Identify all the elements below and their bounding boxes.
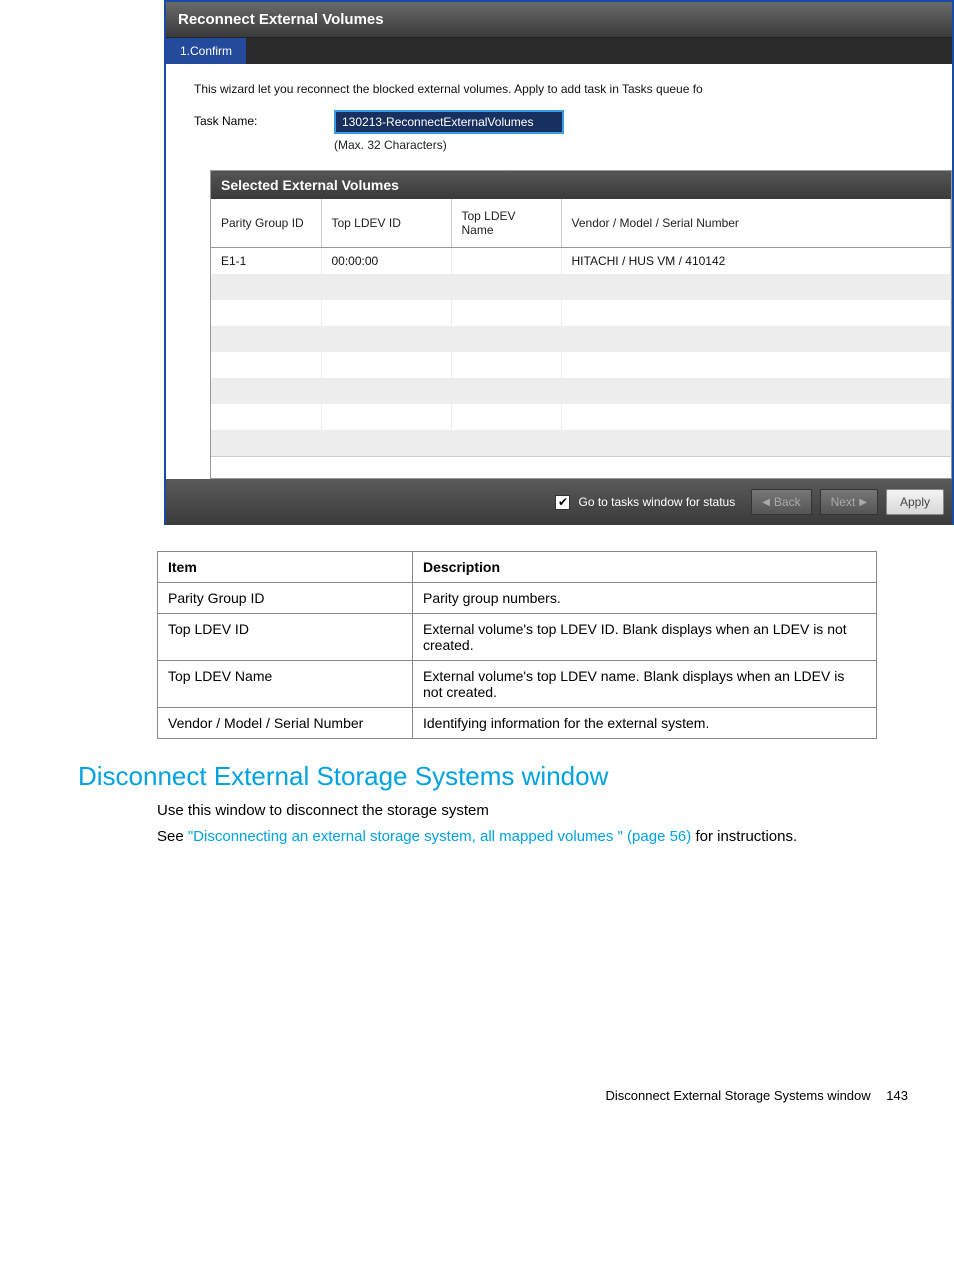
- table-header-row: Parity Group ID Top LDEV ID Top LDEV Nam…: [211, 199, 951, 248]
- table-cell: [561, 326, 951, 352]
- table-row[interactable]: E1-100:00:00 HITACHI / HUS VM / 410142: [211, 248, 951, 275]
- table-cell: [321, 326, 451, 352]
- table-cell: [561, 352, 951, 378]
- desc-description: External volume's top LDEV name. Blank d…: [413, 661, 877, 708]
- table-cell: [561, 378, 951, 404]
- table-cell: [321, 430, 451, 456]
- table-row[interactable]: [211, 274, 951, 300]
- task-name-hint: (Max. 32 Characters): [334, 134, 564, 152]
- table-cell: [321, 300, 451, 326]
- table-cell: [321, 378, 451, 404]
- page-footer: Disconnect External Storage Systems wind…: [0, 1088, 954, 1133]
- desc-row: Vendor / Model / Serial NumberIdentifyin…: [158, 708, 877, 739]
- table-row[interactable]: [211, 378, 951, 404]
- desc-description: Parity group numbers.: [413, 583, 877, 614]
- desc-col-description: Description: [413, 552, 877, 583]
- table-cell: [211, 352, 321, 378]
- back-button-label: Back: [774, 495, 801, 509]
- table-row[interactable]: [211, 404, 951, 430]
- table-cell: [451, 430, 561, 456]
- body-line-2: See "Disconnecting an external storage s…: [157, 826, 954, 848]
- description-table: Item Description Parity Group IDParity g…: [157, 551, 877, 739]
- table-cell: [561, 430, 951, 456]
- table-cell: [451, 274, 561, 300]
- table-cell: [321, 404, 451, 430]
- body-line-2-post: for instructions.: [691, 828, 797, 845]
- body-line-2-pre: See: [157, 828, 188, 845]
- table-cell: [211, 274, 321, 300]
- table-row[interactable]: [211, 326, 951, 352]
- table-cell: [451, 300, 561, 326]
- goto-tasks-checkbox[interactable]: ✔: [555, 495, 570, 510]
- body-line-1: Use this window to disconnect the storag…: [157, 800, 954, 822]
- table-cell: HITACHI / HUS VM / 410142: [561, 248, 951, 275]
- window-titlebar: Reconnect External Volumes: [166, 2, 952, 37]
- table-row[interactable]: [211, 352, 951, 378]
- chevron-left-icon: ◀: [762, 497, 770, 508]
- cross-reference-link[interactable]: "Disconnecting an external storage syste…: [188, 828, 691, 845]
- col-top-ldev-id[interactable]: Top LDEV ID: [321, 199, 451, 248]
- desc-row: Parity Group IDParity group numbers.: [158, 583, 877, 614]
- table-cell: [451, 378, 561, 404]
- section-heading: Disconnect External Storage Systems wind…: [78, 761, 954, 792]
- desc-row: Top LDEV IDExternal volume's top LDEV ID…: [158, 614, 877, 661]
- wizard-window: Reconnect External Volumes 1.Confirm Thi…: [164, 0, 954, 525]
- col-top-ldev-name[interactable]: Top LDEV Name: [451, 199, 561, 248]
- desc-item: Top LDEV ID: [158, 614, 413, 661]
- task-name-input[interactable]: [334, 110, 564, 134]
- task-name-label: Task Name:: [194, 110, 334, 128]
- wizard-footer: ✔ Go to tasks window for status ◀ Back N…: [166, 479, 952, 525]
- table-cell: [211, 326, 321, 352]
- apply-button-label: Apply: [900, 495, 930, 509]
- table-cell: [321, 274, 451, 300]
- desc-col-item: Item: [158, 552, 413, 583]
- selected-volumes-table: Parity Group ID Top LDEV ID Top LDEV Nam…: [211, 199, 951, 456]
- table-row[interactable]: [211, 300, 951, 326]
- wizard-tabbar: 1.Confirm: [166, 37, 952, 64]
- table-cell: [451, 404, 561, 430]
- table-cell: [211, 378, 321, 404]
- goto-tasks-label: Go to tasks window for status: [578, 495, 735, 509]
- table-cell: [211, 404, 321, 430]
- apply-button[interactable]: Apply: [886, 489, 944, 515]
- next-button-label: Next: [831, 495, 856, 509]
- table-cell: 00:00:00: [321, 248, 451, 275]
- desc-item: Top LDEV Name: [158, 661, 413, 708]
- footer-title: Disconnect External Storage Systems wind…: [605, 1088, 870, 1103]
- table-cell: [561, 274, 951, 300]
- wizard-intro-text: This wizard let you reconnect the blocke…: [166, 64, 952, 104]
- page-number: 143: [886, 1088, 908, 1103]
- table-cell: [211, 300, 321, 326]
- back-button[interactable]: ◀ Back: [751, 489, 811, 515]
- table-cell: [451, 326, 561, 352]
- table-cell: [561, 404, 951, 430]
- selected-volumes-panel: Selected External Volumes Parity Group I…: [210, 170, 952, 479]
- desc-row: Top LDEV NameExternal volume's top LDEV …: [158, 661, 877, 708]
- table-cell: [561, 300, 951, 326]
- desc-item: Vendor / Model / Serial Number: [158, 708, 413, 739]
- desc-item: Parity Group ID: [158, 583, 413, 614]
- chevron-right-icon: ▶: [859, 497, 867, 508]
- table-footer-blank: [211, 456, 951, 478]
- table-cell: [211, 430, 321, 456]
- table-cell: [451, 248, 561, 275]
- table-cell: E1-1: [211, 248, 321, 275]
- window-title: Reconnect External Volumes: [178, 11, 384, 28]
- tab-confirm[interactable]: 1.Confirm: [166, 38, 246, 64]
- selected-volumes-title: Selected External Volumes: [211, 171, 951, 199]
- table-row[interactable]: [211, 430, 951, 456]
- col-parity-group[interactable]: Parity Group ID: [211, 199, 321, 248]
- table-cell: [451, 352, 561, 378]
- desc-description: Identifying information for the external…: [413, 708, 877, 739]
- next-button[interactable]: Next ▶: [820, 489, 878, 515]
- col-vendor-model-serial[interactable]: Vendor / Model / Serial Number: [561, 199, 951, 248]
- desc-description: External volume's top LDEV ID. Blank dis…: [413, 614, 877, 661]
- table-cell: [321, 352, 451, 378]
